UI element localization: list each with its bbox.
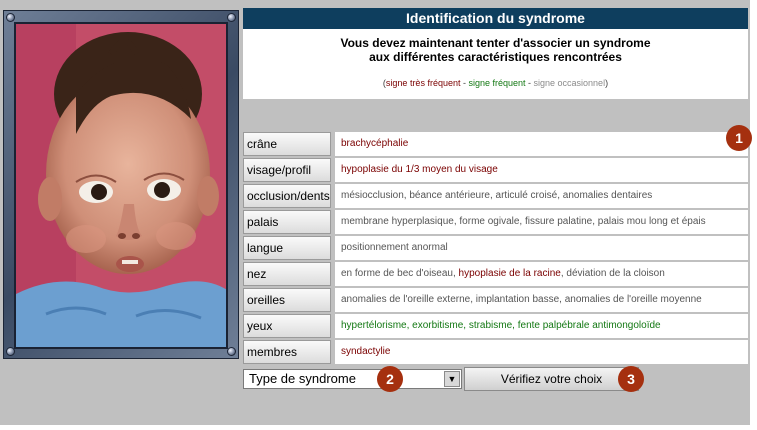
characteristic-value: brachycéphalie xyxy=(335,132,748,156)
characteristic-value: positionnement anormal xyxy=(335,236,748,260)
characteristic-label: membres xyxy=(243,340,331,364)
patient-photo xyxy=(14,22,228,349)
page-title: Identification du syndrome xyxy=(243,8,748,29)
instructions-line-2: aux différentes caractéristiques rencont… xyxy=(369,50,622,64)
sign-text: brachycéphalie xyxy=(341,138,409,149)
characteristics-table: crâne brachycéphalie visage/profil hypoplas… xyxy=(243,131,748,365)
characteristic-label: yeux xyxy=(243,314,331,338)
characteristic-value: mésiocclusion, béance antérieure, articu… xyxy=(335,184,748,208)
sign-text: hypertélorisme, exorbitisme, strabisme, … xyxy=(341,320,661,331)
rivet-icon xyxy=(6,13,15,22)
sign-text: en forme de bec d'oiseau, xyxy=(341,268,459,279)
legend-very-frequent: signe très fréquent xyxy=(385,78,461,88)
triangle-down-icon[interactable]: ▼ xyxy=(444,371,460,387)
legend-frequent: signe fréquent xyxy=(468,78,526,88)
table-row: langue positionnement anormal xyxy=(243,235,748,261)
sign-text: positionnement anormal xyxy=(341,242,448,253)
syndrome-type-select-value: Type de syndrome xyxy=(249,371,356,386)
characteristic-label: langue xyxy=(243,236,331,260)
table-row: palais membrane hyperplasique, forme ogiv… xyxy=(243,209,748,235)
characteristic-value: hypertélorisme, exorbitisme, strabisme, … xyxy=(335,314,748,338)
characteristic-label: crâne xyxy=(243,132,331,156)
characteristic-value: en forme de bec d'oiseau, hypoplasie de … xyxy=(335,262,748,286)
legend-occasional: signe occasionnel xyxy=(533,78,606,88)
photo-frame xyxy=(3,10,239,359)
characteristic-label: palais xyxy=(243,210,331,234)
sign-text: syndactylie xyxy=(341,346,391,357)
table-row: yeux hypertélorisme, exorbitisme, strabis… xyxy=(243,313,748,339)
characteristic-label: oreilles xyxy=(243,288,331,312)
instructions-panel: Vous devez maintenant tenter d'associer … xyxy=(243,29,748,99)
table-row: membres syndactylie xyxy=(243,339,748,365)
table-row: nez en forme de bec d'oiseau, hypoplasie … xyxy=(243,261,748,287)
verify-choice-button[interactable]: Vérifiez votre choix xyxy=(464,367,639,391)
rivet-icon xyxy=(227,13,236,22)
step-badge-1: 1 xyxy=(726,125,752,151)
table-row: occlusion/dents mésiocclusion, béance ant… xyxy=(243,183,748,209)
sign-text: mésiocclusion, béance antérieure, articu… xyxy=(341,190,653,201)
characteristic-value: membrane hyperplasique, forme ogivale, f… xyxy=(335,210,748,234)
characteristic-label: nez xyxy=(243,262,331,286)
syndrome-type-select[interactable]: Type de syndrome ▼ xyxy=(243,369,462,389)
characteristic-value: syndactylie xyxy=(335,340,748,364)
sign-text: , déviation de la cloison xyxy=(560,268,665,279)
frequency-legend: (signe très fréquent - signe fréquent - … xyxy=(243,78,748,88)
sign-text: anomalies de l'oreille externe, implanta… xyxy=(341,294,702,305)
characteristic-value: hypoplasie du 1/3 moyen du visage xyxy=(335,158,748,182)
legend-close: ) xyxy=(605,78,609,88)
table-row: oreilles anomalies de l'oreille externe, … xyxy=(243,287,748,313)
step-badge-2: 2 xyxy=(377,366,403,392)
rivet-icon xyxy=(227,347,236,356)
instructions-line-1: Vous devez maintenant tenter d'associer … xyxy=(340,36,651,50)
table-row: visage/profil hypoplasie du 1/3 moyen du … xyxy=(243,157,748,183)
table-row: crâne brachycéphalie xyxy=(243,131,748,157)
sign-text: hypoplasie de la racine xyxy=(458,268,561,279)
step-badge-3: 3 xyxy=(618,366,644,392)
sign-text: membrane hyperplasique, forme ogivale, f… xyxy=(341,216,706,227)
baby-face-image xyxy=(16,24,226,347)
characteristic-label: occlusion/dents xyxy=(243,184,331,208)
characteristic-value: anomalies de l'oreille externe, implanta… xyxy=(335,288,748,312)
characteristic-label: visage/profil xyxy=(243,158,331,182)
legend-separator: - xyxy=(525,78,534,88)
sign-text: hypoplasie du 1/3 moyen du visage xyxy=(341,164,498,175)
